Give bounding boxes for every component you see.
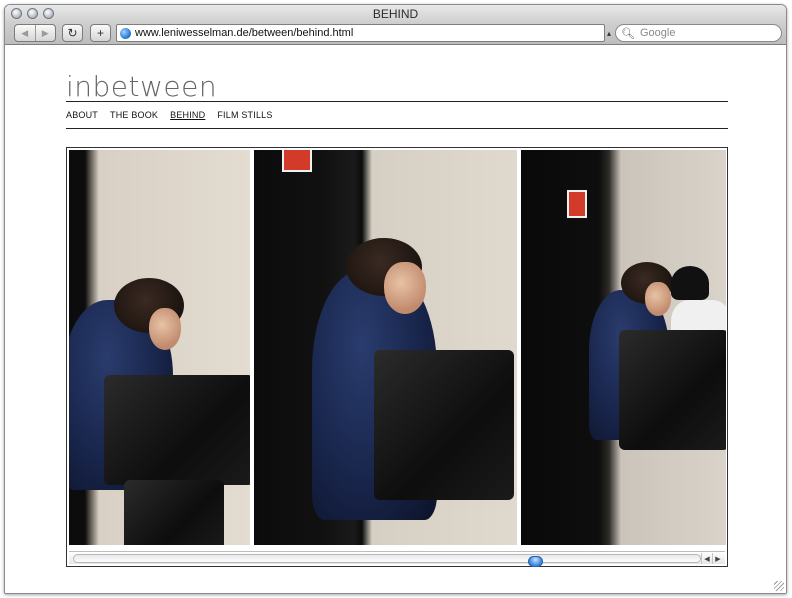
cap-shape xyxy=(671,266,709,300)
site-title[interactable]: inbetween xyxy=(66,70,217,103)
reload-button[interactable]: ↻ xyxy=(62,24,83,42)
search-placeholder: Google xyxy=(639,27,676,39)
globe-icon xyxy=(120,27,131,39)
search-field[interactable]: 🔍︎ Google xyxy=(615,24,782,42)
camera-shape xyxy=(374,350,514,500)
browser-window: BEHIND ◀ ▶ ↻ + www.leniwesselman.de/betw… xyxy=(4,4,787,594)
nav-film-stills[interactable]: FILM STILLS xyxy=(217,110,272,120)
gallery-scrollbar[interactable]: ◀ ▶ xyxy=(69,551,725,567)
page-content: inbetween ABOUT THE BOOK BEHIND FILM STI… xyxy=(5,46,786,593)
search-icon[interactable]: 🔍︎ xyxy=(621,27,635,40)
gallery-photo-3[interactable] xyxy=(521,150,726,545)
address-bar[interactable]: www.leniwesselman.de/between/behind.html xyxy=(116,24,605,42)
camera-shape xyxy=(104,375,250,485)
forward-button[interactable]: ▶ xyxy=(34,25,56,41)
exit-sign-shape xyxy=(567,190,587,218)
scrollbar-track[interactable] xyxy=(73,554,701,567)
back-button[interactable]: ◀ xyxy=(15,25,35,41)
nav-the-book[interactable]: THE BOOK xyxy=(110,110,158,120)
resize-grip-icon[interactable] xyxy=(774,581,784,591)
tripod-shape xyxy=(124,480,224,545)
nav-divider xyxy=(66,128,728,129)
url-dropdown-icon[interactable]: ▴ xyxy=(607,29,611,38)
camera-shape xyxy=(619,330,726,450)
browser-toolbar: BEHIND ◀ ▶ ↻ + www.leniwesselman.de/betw… xyxy=(5,5,786,45)
site-nav: ABOUT THE BOOK BEHIND FILM STILLS xyxy=(66,110,273,120)
url-text[interactable]: www.leniwesselman.de/between/behind.html xyxy=(135,27,353,39)
window-title: BEHIND xyxy=(372,7,419,21)
exit-sign-shape xyxy=(282,150,312,172)
history-buttons: ◀ ▶ xyxy=(14,24,56,42)
scroll-left-button[interactable]: ◀ xyxy=(701,553,712,564)
nav-about[interactable]: ABOUT xyxy=(66,110,98,120)
scrollbar-thumb[interactable] xyxy=(528,556,543,567)
face-shape xyxy=(645,282,671,316)
scroll-arrows: ◀ ▶ xyxy=(701,553,723,564)
scroll-right-button[interactable]: ▶ xyxy=(712,553,723,564)
face-shape xyxy=(149,308,181,350)
photo-gallery: ◀ ▶ xyxy=(66,147,728,567)
nav-behind[interactable]: BEHIND xyxy=(170,110,205,120)
add-bookmark-button[interactable]: + xyxy=(90,24,111,42)
gallery-photo-1[interactable] xyxy=(69,150,250,545)
face-shape xyxy=(384,262,426,314)
gallery-photo-2[interactable] xyxy=(254,150,517,545)
header-divider xyxy=(66,101,728,102)
